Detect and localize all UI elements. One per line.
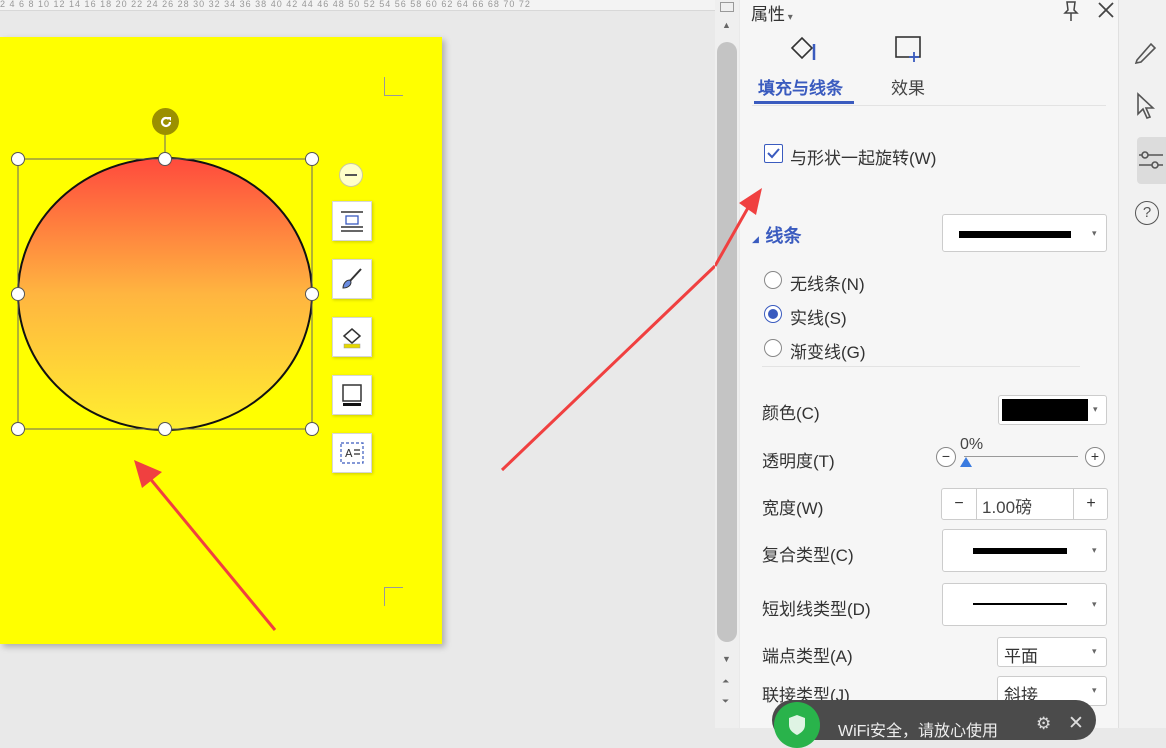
tab-effects-label: 效果 <box>891 79 925 98</box>
layout-options-button[interactable] <box>332 201 372 241</box>
annotation-arrow-left <box>134 460 277 631</box>
color-swatch <box>1002 399 1088 421</box>
dropdown-arrow-icon: ▾ <box>1092 685 1097 695</box>
radio-gradient-line[interactable] <box>764 339 782 357</box>
width-stepper: − 1.00磅 + <box>941 488 1108 520</box>
dropdown-arrow-icon: ▾ <box>1092 599 1097 609</box>
dash-type-label: 短划线类型(D) <box>762 600 871 619</box>
right-side-rail: ? <box>1118 0 1166 728</box>
section-divider <box>762 366 1080 367</box>
color-picker-dropdown[interactable]: ▾ <box>998 395 1107 425</box>
width-increase-button[interactable]: + <box>1073 489 1108 519</box>
compound-type-dropdown[interactable]: ▾ <box>942 529 1107 572</box>
gradient-circle-shape[interactable] <box>17 157 313 431</box>
toast-text: WiFi安全，请放心使用 <box>838 723 998 740</box>
radio-gradient-line-label: 渐变线(G) <box>790 343 866 362</box>
resize-handle-right[interactable] <box>305 287 319 301</box>
line-preview <box>959 231 1071 238</box>
help-icon[interactable]: ? <box>1135 201 1159 225</box>
annotation-arrow-right <box>715 188 762 267</box>
annotation-arrow-right-part <box>500 264 715 472</box>
transparency-slider-track[interactable] <box>964 456 1078 457</box>
scroll-top-icon[interactable] <box>720 2 734 12</box>
resize-handle-top[interactable] <box>158 152 172 166</box>
width-input[interactable]: 1.00磅 <box>982 493 1032 518</box>
effects-icon <box>895 36 921 62</box>
tab-fill-label: 填充与线条 <box>758 79 843 98</box>
transparency-plus-button[interactable]: + <box>1085 447 1105 467</box>
fill-line-icon <box>790 36 816 60</box>
transparency-slider-thumb[interactable] <box>960 457 972 467</box>
properties-panel: 属性 ▾ 填充与线条 效果 与形状一起旋转(W) ◢ 线条 ▾ 无线条(N) 实… <box>740 0 1118 728</box>
width-label: 宽度(W) <box>762 499 824 518</box>
tab-divider <box>752 105 1106 106</box>
dash-type-dropdown[interactable]: ▾ <box>942 583 1107 626</box>
compound-type-label: 复合类型(C) <box>762 546 854 565</box>
checkmark-icon <box>767 148 780 159</box>
transparency-value: 0% <box>960 436 984 453</box>
brush-icon <box>342 268 362 289</box>
cap-type-dropdown[interactable]: 平面 ▾ <box>997 637 1107 667</box>
active-tab-indicator <box>754 101 854 104</box>
transparency-label: 透明度(T) <box>762 452 835 471</box>
tab-fill-and-line[interactable]: 填充与线条 <box>752 34 856 104</box>
resize-handle-top-right[interactable] <box>305 152 319 166</box>
rotate-with-shape-label: 与形状一起旋转(W) <box>790 149 937 168</box>
shield-icon <box>774 702 820 748</box>
dropdown-arrow-icon: ▾ <box>1093 404 1098 414</box>
properties-rail-button[interactable] <box>1137 137 1166 184</box>
text-wrap-icon <box>341 211 363 232</box>
svg-text:A: A <box>345 447 353 460</box>
rotate-with-shape-checkbox[interactable] <box>764 144 783 163</box>
fill-bucket-icon <box>342 328 362 349</box>
dropdown-arrow-icon: ▾ <box>1092 646 1097 656</box>
radio-no-line-label: 无线条(N) <box>790 275 865 294</box>
close-icon[interactable]: ✕ <box>1068 712 1084 735</box>
radio-solid-line[interactable] <box>764 305 782 323</box>
pen-icon[interactable] <box>1133 38 1157 64</box>
resize-handle-top-left[interactable] <box>11 152 25 166</box>
clipped-row-fragment <box>762 106 780 118</box>
pin-icon[interactable] <box>1060 0 1082 22</box>
dropdown-arrow-icon: ▾ <box>1092 228 1097 238</box>
color-label: 颜色(C) <box>762 404 820 423</box>
collapse-toolbar-icon[interactable] <box>339 163 363 187</box>
panel-title[interactable]: 属性 ▾ <box>751 0 793 25</box>
shape-style-button[interactable] <box>332 259 372 299</box>
canvas-overlay <box>17 134 715 631</box>
resize-handle-bottom-right[interactable] <box>305 422 319 436</box>
wifi-toast[interactable]: WiFi安全，请放心使用 ⚙ ✕ <box>772 700 1096 748</box>
radio-selected-dot <box>768 309 778 319</box>
cap-type-value: 平面 <box>1004 647 1038 666</box>
cap-type-label: 端点类型(A) <box>762 647 853 666</box>
line-style-dropdown[interactable]: ▾ <box>942 214 1107 252</box>
tab-effects[interactable]: 效果 <box>880 34 940 104</box>
outline-icon <box>342 384 362 406</box>
text-box-icon: A <box>340 442 364 464</box>
shape-fill-button[interactable] <box>332 317 372 357</box>
radio-solid-line-label: 实线(S) <box>790 309 847 328</box>
page-down-icon[interactable]: ⏷ <box>722 696 729 707</box>
scroll-down-arrow-icon[interactable]: ▼ <box>722 654 731 664</box>
dash-line-preview <box>973 603 1067 605</box>
scroll-up-arrow-icon[interactable]: ▲ <box>722 20 731 30</box>
compound-line-preview <box>973 548 1067 554</box>
page-up-icon[interactable]: ⏶ <box>722 676 729 687</box>
resize-handle-bottom[interactable] <box>158 422 172 436</box>
width-decrease-button[interactable]: − <box>942 489 977 519</box>
gear-icon[interactable]: ⚙ <box>1036 714 1051 734</box>
resize-handle-bottom-left[interactable] <box>11 422 25 436</box>
rotate-handle-icon[interactable] <box>152 108 179 135</box>
shape-outline-button[interactable] <box>332 375 372 415</box>
transparency-minus-button[interactable]: − <box>936 447 956 467</box>
close-icon[interactable] <box>1096 0 1116 20</box>
scrollbar-thumb[interactable] <box>717 42 737 642</box>
sliders-icon <box>1139 151 1163 169</box>
resize-handle-left[interactable] <box>11 287 25 301</box>
text-box-button[interactable]: A <box>332 433 372 473</box>
dropdown-arrow-icon: ▾ <box>1092 545 1097 555</box>
cursor-icon[interactable] <box>1135 92 1157 120</box>
